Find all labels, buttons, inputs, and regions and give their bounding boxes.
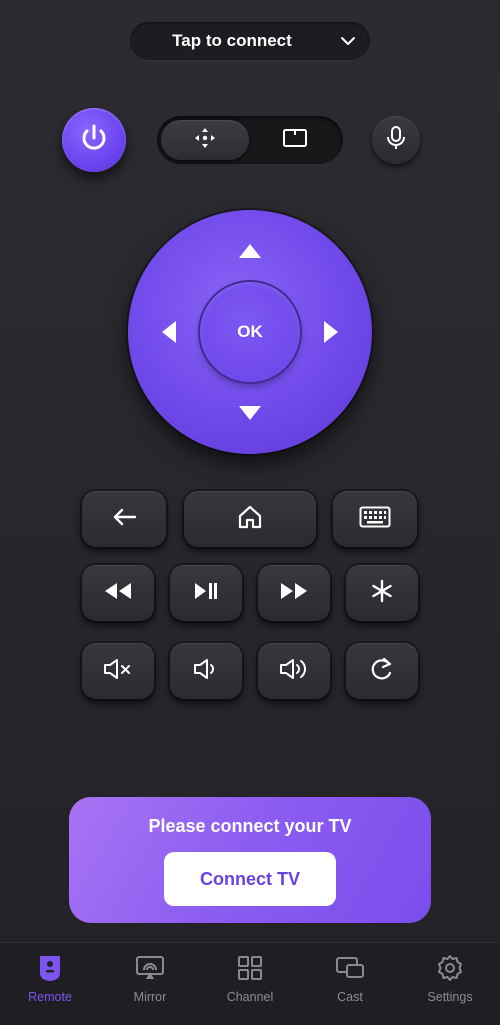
tab-label-mirror: Mirror (133, 990, 167, 1004)
back-arrow-icon (111, 507, 137, 532)
directional-pad: OK (128, 210, 372, 454)
rewind-button[interactable] (82, 565, 154, 621)
volume-down-icon (192, 657, 220, 686)
fast-forward-icon (279, 581, 309, 606)
chevron-down-icon (340, 33, 356, 54)
dpad-left-button[interactable] (160, 319, 178, 350)
connect-tv-banner: Please connect your TV Connect TV (69, 797, 431, 923)
cast-icon (335, 951, 365, 985)
touchpad-icon (282, 127, 308, 154)
tap-to-connect-dropdown[interactable]: Tap to connect (130, 22, 370, 60)
mirror-icon (135, 951, 165, 985)
tab-cast[interactable]: Cast (300, 951, 400, 1013)
back-button[interactable] (82, 491, 166, 547)
volume-up-icon (278, 657, 310, 686)
banner-title: Please connect your TV (148, 816, 352, 836)
volume-up-button[interactable] (258, 643, 330, 699)
tab-label-cast: Cast (337, 990, 363, 1004)
tab-label-remote: Remote (28, 990, 72, 1004)
dpad-down-button[interactable] (237, 404, 263, 427)
tab-label-channel: Channel (226, 990, 274, 1004)
options-button[interactable] (346, 565, 418, 621)
connect-label: Tap to connect (172, 31, 292, 50)
volume-down-button[interactable] (170, 643, 242, 699)
bottom-tab-bar: Remote Mirror Channel Cast Settings (0, 942, 500, 1025)
power-button[interactable] (62, 108, 126, 172)
move-arrows-icon (192, 125, 218, 156)
control-mode-toggle (157, 116, 343, 164)
tab-mirror[interactable]: Mirror (100, 951, 200, 1013)
home-button[interactable] (184, 491, 316, 547)
ok-button[interactable]: OK (200, 282, 300, 382)
channel-icon (236, 951, 264, 985)
tab-settings[interactable]: Settings (400, 951, 500, 1013)
settings-icon (436, 951, 464, 985)
microphone-icon (384, 125, 408, 156)
top-bar: Tap to connect (0, 0, 500, 72)
remote-icon (37, 951, 63, 985)
fast-forward-button[interactable] (258, 565, 330, 621)
tab-remote[interactable]: Remote (0, 951, 100, 1013)
keyboard-icon (359, 506, 391, 533)
home-icon (237, 504, 263, 535)
dpad-up-button[interactable] (237, 242, 263, 265)
keyboard-button[interactable] (333, 491, 417, 547)
replay-icon (369, 656, 395, 687)
mute-icon (102, 657, 134, 686)
connect-tv-button[interactable]: Connect TV (164, 852, 336, 906)
power-icon (77, 121, 111, 160)
dpad-right-button[interactable] (322, 319, 340, 350)
dpad-mode-button[interactable] (161, 120, 249, 160)
asterisk-icon (371, 579, 393, 608)
voice-button[interactable] (372, 116, 420, 164)
replay-button[interactable] (346, 643, 418, 699)
touchpad-mode-button[interactable] (251, 120, 339, 160)
rewind-icon (103, 581, 133, 606)
tab-label-settings: Settings (427, 990, 473, 1004)
tab-channel[interactable]: Channel (200, 951, 300, 1013)
mute-button[interactable] (82, 643, 154, 699)
play-pause-button[interactable] (170, 565, 242, 621)
play-pause-icon (193, 581, 219, 606)
